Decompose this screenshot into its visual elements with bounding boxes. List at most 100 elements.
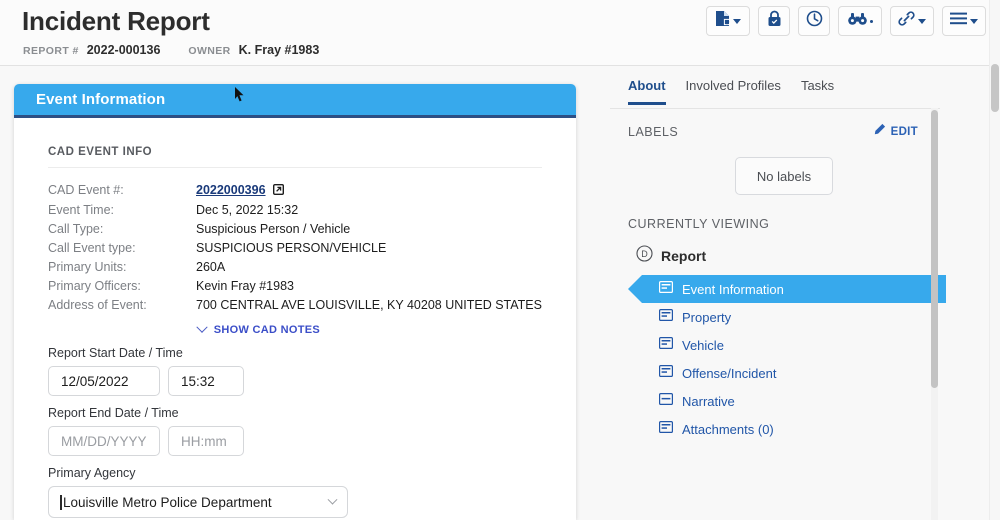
tab-about[interactable]: About (628, 78, 666, 105)
binoculars-icon (848, 12, 867, 31)
panel-body: LABELS EDIT No labels CURRENTLY VIEWING (610, 105, 940, 443)
report-start-group: Report Start Date / Time 12/05/2022 15:3… (48, 346, 542, 396)
card-header: Event Information (14, 84, 576, 118)
lock-icon (767, 10, 782, 32)
document-add-icon (715, 10, 730, 32)
form-icon (659, 392, 673, 410)
report-number-value: 2022-000136 (87, 43, 161, 57)
report-tree-node[interactable]: D Report (628, 245, 940, 267)
cad-event-link[interactable]: 2022000396 (196, 183, 266, 197)
event-information-card: Event Information CAD EVENT INFO CAD Eve… (14, 84, 576, 520)
chevron-down-icon (328, 494, 338, 504)
link-icon (898, 10, 915, 32)
active-highlight (628, 275, 946, 303)
show-cad-notes-toggle[interactable]: SHOW CAD NOTES (48, 324, 320, 336)
status-dot (870, 20, 873, 23)
nav-item-event-information[interactable]: Event Information (628, 275, 940, 303)
no-labels-button[interactable]: No labels (735, 157, 833, 195)
field-key: Address of Event: (48, 296, 196, 315)
nav-item-offense-incident[interactable]: Offense/Incident (628, 359, 940, 387)
primary-agency-group: Primary Agency Louisville Metro Police D… (48, 466, 542, 518)
pencil-icon (873, 123, 886, 141)
field-key: Call Type: (48, 220, 196, 239)
field-key: Primary Officers: (48, 277, 196, 296)
document-add-button[interactable] (706, 6, 750, 36)
chevron-down-icon (733, 19, 741, 24)
report-badge-icon: D (636, 245, 653, 267)
field-value: Suspicious Person / Vehicle (196, 220, 350, 239)
tab-involved-profiles[interactable]: Involved Profiles (686, 78, 781, 105)
incident-report-page: Incident Report REPORT # 2022-000136 OWN… (0, 0, 1000, 520)
svg-text:D: D (641, 249, 648, 259)
panel-divider (610, 108, 940, 109)
chevron-down-icon (970, 19, 978, 24)
form-icon (659, 420, 673, 438)
nav-item-label: Offense/Incident (682, 366, 776, 381)
field-key: Primary Units: (48, 258, 196, 277)
report-end-label: Report End Date / Time (48, 406, 542, 420)
nav-item-label: Narrative (682, 394, 735, 409)
panel-scrollbar-thumb[interactable] (931, 110, 938, 388)
report-start-inputs: 12/05/2022 15:32 (48, 366, 542, 396)
edit-labels-button[interactable]: EDIT (873, 123, 918, 141)
page-scrollbar-thumb[interactable] (991, 64, 999, 112)
field-value: Dec 5, 2022 15:32 (196, 201, 298, 220)
labels-section-header: LABELS EDIT (628, 123, 940, 141)
show-cad-notes-label: SHOW CAD NOTES (214, 324, 320, 336)
table-row: Address of Event: 700 CENTRAL AVE LOUISV… (48, 296, 542, 315)
link-button[interactable] (890, 6, 934, 36)
table-row: Primary Officers: Kevin Fray #1983 (48, 277, 542, 296)
nav-item-attachments[interactable]: Attachments (0) (628, 415, 940, 443)
labels-title: LABELS (628, 125, 678, 139)
field-value: 700 CENTRAL AVE LOUISVILLE, KY 40208 UNI… (196, 296, 542, 315)
nav-item-property[interactable]: Property (628, 303, 940, 331)
nav-item-label: Vehicle (682, 338, 724, 353)
menu-button[interactable] (942, 6, 986, 36)
form-icon (659, 308, 673, 326)
tab-tasks[interactable]: Tasks (801, 78, 834, 105)
field-key: Call Event type: (48, 239, 196, 258)
form-icon (659, 280, 673, 298)
cad-field-list: CAD Event #: 2022000396 Event Time: De (48, 181, 542, 315)
hamburger-icon (950, 12, 967, 30)
report-end-group: Report End Date / Time MM/DD/YYYY HH:mm (48, 406, 542, 456)
field-value: 2022000396 (196, 181, 284, 201)
primary-agency-label: Primary Agency (48, 466, 542, 480)
report-number-label: REPORT # (23, 45, 79, 57)
edit-label: EDIT (891, 126, 918, 138)
field-value: SUSPICIOUS PERSON/VEHICLE (196, 239, 386, 258)
clock-icon (806, 10, 823, 32)
nav-item-label: Attachments (0) (682, 422, 774, 437)
chevron-down-icon (196, 322, 207, 333)
nav-item-label: Event Information (682, 282, 784, 297)
history-button[interactable] (798, 6, 830, 36)
report-node-label: Report (661, 248, 706, 264)
report-end-date-input[interactable]: MM/DD/YYYY (48, 426, 160, 456)
report-start-date-input[interactable]: 12/05/2022 (48, 366, 160, 396)
report-start-time-input[interactable]: 15:32 (168, 366, 244, 396)
page-header: Incident Report REPORT # 2022-000136 OWN… (0, 0, 1000, 66)
currently-viewing-title: CURRENTLY VIEWING (628, 217, 940, 231)
lock-button[interactable] (758, 6, 790, 36)
details-panel: About Involved Profiles Tasks LABELS EDI… (610, 78, 940, 520)
primary-agency-select[interactable]: Louisville Metro Police Department (48, 486, 348, 518)
cad-event-info-heading: CAD EVENT INFO (48, 146, 542, 168)
panel-tabs: About Involved Profiles Tasks (610, 78, 940, 105)
nav-item-narrative[interactable]: Narrative (628, 387, 940, 415)
report-start-label: Report Start Date / Time (48, 346, 542, 360)
table-row: Call Event type: SUSPICIOUS PERSON/VEHIC… (48, 239, 542, 258)
table-row: Primary Units: 260A (48, 258, 542, 277)
nav-item-vehicle[interactable]: Vehicle (628, 331, 940, 359)
card-title: Event Information (36, 91, 165, 108)
section-nav-list: Event Information Property (628, 275, 940, 443)
page-title: Incident Report (22, 6, 210, 37)
field-value: Kevin Fray #1983 (196, 277, 294, 296)
view-button[interactable] (838, 6, 882, 36)
form-icon (659, 364, 673, 382)
report-end-time-input[interactable]: HH:mm (168, 426, 244, 456)
nav-item-label: Property (682, 310, 731, 325)
report-end-inputs: MM/DD/YYYY HH:mm (48, 426, 542, 456)
table-row: Event Time: Dec 5, 2022 15:32 (48, 201, 542, 220)
chevron-down-icon (918, 19, 926, 24)
external-link-icon[interactable] (273, 182, 284, 201)
